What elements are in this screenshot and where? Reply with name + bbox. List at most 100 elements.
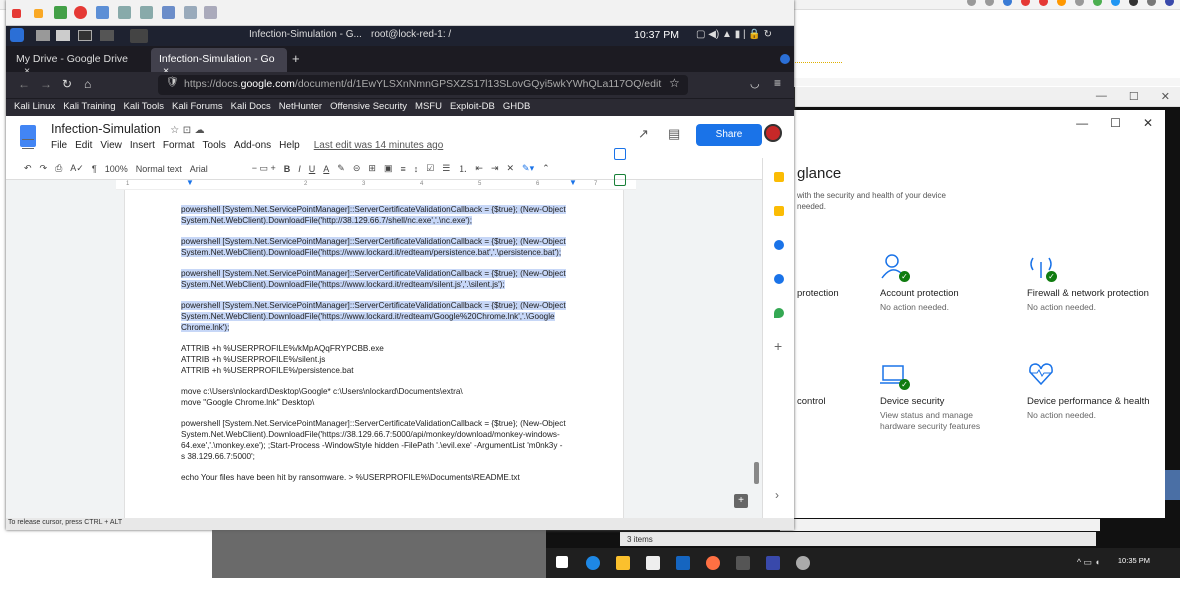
style-select[interactable]: Normal text bbox=[136, 164, 182, 174]
start-icon[interactable] bbox=[556, 556, 568, 568]
play-icon[interactable] bbox=[54, 6, 67, 19]
last-edit-link[interactable]: Last edit was 14 minutes ago bbox=[314, 140, 444, 151]
font-size-stepper[interactable]: − ▭ + bbox=[252, 163, 276, 174]
tile-firewall[interactable]: ✓ Firewall & network protection No actio… bbox=[1027, 252, 1152, 313]
bookmark-kali-tools[interactable]: Kali Tools bbox=[123, 101, 164, 114]
checklist-icon[interactable]: ☑ bbox=[426, 163, 434, 174]
keep-icon[interactable] bbox=[774, 206, 784, 216]
snapshot-restore-icon[interactable] bbox=[118, 6, 131, 19]
bookmark-kali-forums[interactable]: Kali Forums bbox=[172, 101, 223, 114]
bookmark-star-icon[interactable]: ☆ bbox=[669, 76, 680, 90]
collapse-icon[interactable]: ⌃ bbox=[542, 163, 550, 174]
horizontal-scrollbar[interactable] bbox=[780, 519, 1100, 531]
new-tab-button[interactable]: + bbox=[292, 51, 300, 66]
share-icon[interactable] bbox=[162, 6, 175, 19]
snapshot-icon[interactable] bbox=[96, 6, 109, 19]
desktop-icon[interactable] bbox=[36, 30, 50, 41]
workspace-icon[interactable] bbox=[130, 29, 148, 43]
snapshot-manager-icon[interactable] bbox=[140, 6, 153, 19]
bookmark-exploit-db[interactable]: Exploit-DB bbox=[450, 101, 495, 114]
clear-format-icon[interactable]: ✕ bbox=[506, 163, 514, 174]
kali-menu-icon[interactable] bbox=[10, 28, 24, 42]
shield-icon[interactable]: 🛡 bbox=[166, 77, 179, 88]
indent-icon[interactable]: ⇤ bbox=[475, 163, 483, 174]
minimize-icon[interactable]: — bbox=[1096, 90, 1107, 103]
store-icon[interactable] bbox=[646, 556, 660, 570]
contacts-icon[interactable] bbox=[774, 274, 784, 284]
pause-icon[interactable] bbox=[34, 9, 43, 18]
minimize-icon[interactable]: — bbox=[1076, 116, 1088, 130]
close-window-button[interactable] bbox=[780, 54, 790, 64]
tab-my-drive[interactable]: My Drive - Google Drive × bbox=[8, 48, 150, 77]
url-bar[interactable]: https://docs.google.com/document/d/1EwYL… bbox=[158, 75, 688, 95]
bold-icon[interactable]: B bbox=[284, 164, 291, 174]
right-indent-marker-icon[interactable]: ▼ bbox=[569, 178, 577, 187]
document-scrollbar[interactable] bbox=[754, 462, 759, 484]
bookmark-ghdb[interactable]: GHDB bbox=[503, 101, 530, 114]
menu-tools[interactable]: Tools bbox=[203, 140, 226, 151]
undo-icon[interactable]: ↶ bbox=[24, 163, 32, 174]
add-addon-icon[interactable]: + bbox=[774, 338, 782, 354]
spellcheck-icon[interactable]: A✓ bbox=[70, 163, 84, 174]
tab-infection-simulation[interactable]: Infection-Simulation - Go × bbox=[151, 48, 287, 77]
bookmark-offensive-security[interactable]: Offensive Security bbox=[330, 101, 407, 114]
tile-device-security[interactable]: ✓ Device security View status and manage… bbox=[880, 360, 1005, 432]
back-icon[interactable]: ← bbox=[18, 77, 30, 91]
bullet-list-icon[interactable]: ☰ bbox=[442, 163, 450, 174]
menu-format[interactable]: Format bbox=[163, 140, 195, 151]
document-body[interactable]: powershell [System.Net.ServicePointManag… bbox=[181, 204, 566, 518]
outdent-icon[interactable]: ⇥ bbox=[491, 163, 499, 174]
avatar[interactable] bbox=[764, 124, 782, 142]
tile-account-protection[interactable]: ✓ Account protection No action needed. bbox=[880, 252, 1005, 313]
suggest-edit-icon[interactable] bbox=[614, 174, 626, 186]
menu-icon[interactable]: ≡ bbox=[774, 76, 781, 90]
files-icon[interactable] bbox=[56, 30, 70, 41]
star-icon[interactable]: ☆ bbox=[170, 125, 179, 136]
powershell-icon[interactable] bbox=[766, 556, 780, 570]
bookmark-kali-docs[interactable]: Kali Docs bbox=[231, 101, 271, 114]
expand-panel-icon[interactable]: › bbox=[775, 488, 779, 502]
maximize-icon[interactable]: ☐ bbox=[1110, 116, 1121, 130]
terminal-icon[interactable] bbox=[78, 30, 92, 41]
pocket-icon[interactable]: ◡ bbox=[750, 77, 760, 90]
bookmark-kali-linux[interactable]: Kali Linux bbox=[14, 101, 55, 114]
tile-device-performance[interactable]: Device performance & health No action ne… bbox=[1027, 360, 1152, 421]
redo-icon[interactable]: ↷ bbox=[40, 163, 48, 174]
ruler[interactable]: 1 ▼ 2 3 4 5 6 ▼ 7 bbox=[116, 178, 636, 190]
document-title[interactable]: Infection-Simulation ☆ ⊡ ☁ bbox=[51, 122, 205, 136]
home-icon[interactable]: ⌂ bbox=[84, 77, 91, 91]
menu-insert[interactable]: Insert bbox=[130, 140, 155, 151]
indent-marker-icon[interactable]: ▼ bbox=[186, 178, 194, 187]
line-spacing-icon[interactable]: ↕ bbox=[414, 164, 419, 174]
add-comment-icon[interactable] bbox=[614, 148, 626, 160]
task-terminal[interactable]: root@lock-red-1: / bbox=[371, 29, 451, 43]
link-icon[interactable]: ⊝ bbox=[353, 163, 361, 174]
comment-icon[interactable]: ▤ bbox=[668, 126, 680, 142]
hand-icon[interactable] bbox=[204, 6, 217, 19]
explore-icon[interactable]: + bbox=[734, 494, 748, 508]
editing-mode-icon[interactable]: ✎▾ bbox=[522, 163, 534, 174]
task-firefox[interactable]: Infection-Simulation - G... bbox=[249, 29, 362, 43]
print-icon[interactable]: ⎙ bbox=[55, 163, 62, 174]
close-icon[interactable]: ✕ bbox=[1143, 116, 1153, 130]
insert-comment-icon[interactable]: ⊞ bbox=[368, 163, 376, 174]
folder-icon[interactable] bbox=[616, 556, 630, 570]
reset-icon[interactable] bbox=[74, 6, 87, 19]
italic-icon[interactable]: I bbox=[298, 164, 301, 174]
cloud-icon[interactable]: ☁ bbox=[195, 125, 205, 136]
settings-icon[interactable] bbox=[184, 6, 197, 19]
stop-icon[interactable] bbox=[12, 9, 21, 18]
outline-icon[interactable] bbox=[22, 139, 34, 149]
align-icon[interactable]: ≡ bbox=[400, 164, 405, 174]
tasks-icon[interactable] bbox=[774, 240, 784, 250]
browser-icon[interactable] bbox=[100, 30, 114, 41]
side-widget[interactable] bbox=[1165, 470, 1180, 500]
numbered-list-icon[interactable]: ⒈ bbox=[458, 162, 467, 175]
panel-tray-icons[interactable]: ▢ ◀) ▲ ▮ | 🔒 ↻ bbox=[696, 29, 772, 40]
bookmark-msfu[interactable]: MSFU bbox=[415, 101, 442, 114]
menu-file[interactable]: File bbox=[51, 140, 67, 151]
mail-icon[interactable] bbox=[676, 556, 690, 570]
close-icon[interactable]: ✕ bbox=[1161, 90, 1170, 103]
text-color-icon[interactable]: A bbox=[323, 164, 329, 174]
insert-image-icon[interactable]: ▣ bbox=[384, 163, 393, 174]
